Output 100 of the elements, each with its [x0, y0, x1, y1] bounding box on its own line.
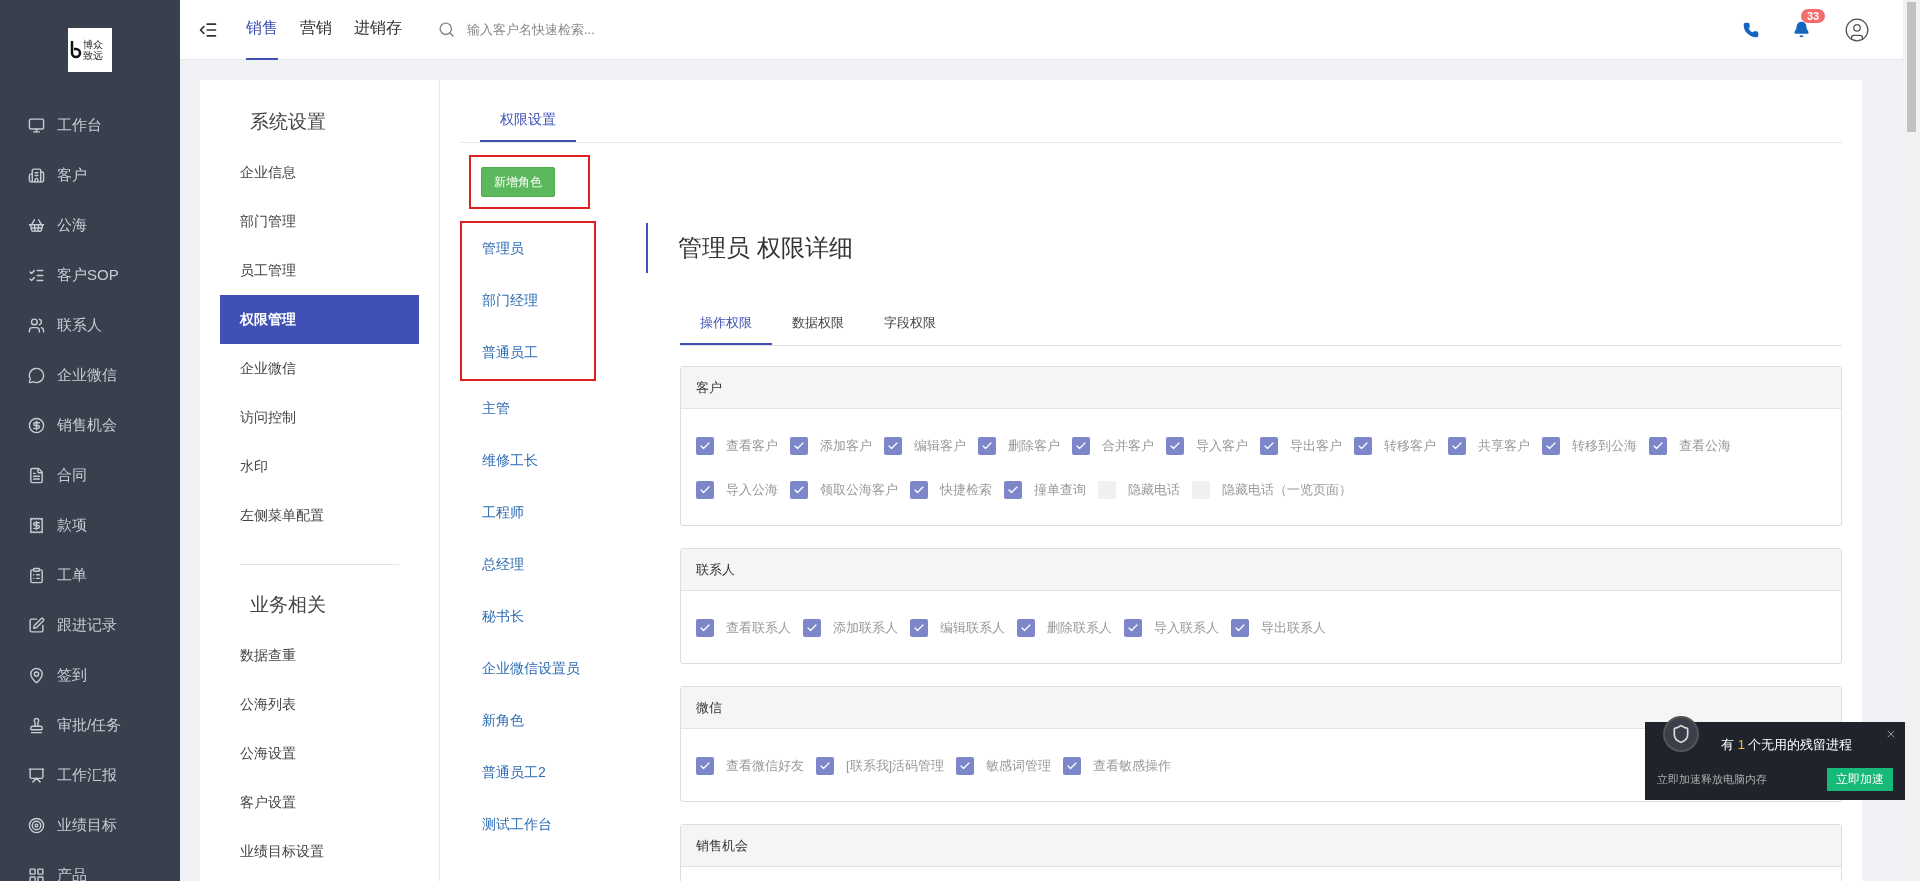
- settings-menu-item[interactable]: 企业微信: [220, 344, 419, 393]
- edit-icon: [28, 616, 45, 634]
- sidebar-item[interactable]: 业绩目标: [0, 800, 180, 850]
- checkbox[interactable]: [696, 756, 714, 775]
- sidebar-item[interactable]: 签到: [0, 650, 180, 700]
- checkbox[interactable]: [696, 436, 714, 455]
- checkbox[interactable]: [790, 480, 808, 499]
- nav-tab[interactable]: 营销: [300, 0, 332, 60]
- settings-menu-item[interactable]: 员工管理: [220, 246, 419, 295]
- checkbox[interactable]: [1063, 756, 1082, 775]
- permission-label: 敏感词管理: [986, 756, 1052, 775]
- role-link[interactable]: 普通员工2: [462, 747, 678, 799]
- role-link[interactable]: 企业微信设置员: [462, 643, 678, 695]
- permission-label: 领取公海客户: [820, 480, 898, 499]
- sidebar-item[interactable]: 客户: [0, 150, 180, 200]
- role-link[interactable]: 秘书长: [462, 591, 678, 643]
- role-link[interactable]: 普通员工: [462, 327, 594, 379]
- sidebar-item[interactable]: 企业微信: [0, 350, 180, 400]
- settings-menu-item[interactable]: 左侧菜单配置: [220, 491, 419, 540]
- checkbox[interactable]: [1017, 618, 1035, 637]
- permission-label: 隐藏电话: [1128, 480, 1180, 499]
- stamp-icon: [28, 716, 45, 734]
- settings-menu-item[interactable]: 企业信息: [220, 148, 419, 197]
- checkbox[interactable]: [696, 618, 714, 637]
- monitor-icon: [28, 116, 45, 134]
- settings-menu-item[interactable]: 权限管理: [220, 295, 419, 344]
- role-link[interactable]: 管理员: [462, 223, 594, 275]
- permission-label: 查看公海: [1679, 436, 1731, 455]
- section-header: 客户: [681, 367, 1841, 409]
- sidebar-item[interactable]: 客户SOP: [0, 250, 180, 300]
- sidebar-item[interactable]: 合同: [0, 450, 180, 500]
- phone-icon[interactable]: [1743, 21, 1759, 38]
- sidebar-item[interactable]: 审批/任务: [0, 700, 180, 750]
- nav-tab[interactable]: 销售: [246, 0, 278, 60]
- permission-tab[interactable]: 数据权限: [772, 303, 864, 345]
- checkbox[interactable]: [790, 436, 808, 455]
- role-link[interactable]: 新角色: [462, 695, 678, 747]
- checkbox[interactable]: [910, 480, 928, 499]
- settings-menu-item[interactable]: 公海列表: [220, 680, 419, 729]
- nav-tab[interactable]: 进销存: [354, 0, 402, 60]
- sidebar-item[interactable]: 工单: [0, 550, 180, 600]
- shield-icon: [1663, 716, 1699, 752]
- permission-label: 导出联系人: [1261, 618, 1326, 637]
- checkbox[interactable]: [1004, 480, 1022, 499]
- checkbox[interactable]: [1448, 436, 1466, 455]
- bell-icon[interactable]: [1793, 21, 1810, 38]
- checkbox[interactable]: [1072, 436, 1090, 455]
- role-link[interactable]: 总经理: [462, 539, 678, 591]
- checkbox[interactable]: [910, 618, 928, 637]
- panel-tab[interactable]: 权限设置: [480, 100, 576, 142]
- role-link[interactable]: 维修工长: [462, 435, 678, 487]
- sidebar-item[interactable]: 销售机会: [0, 400, 180, 450]
- role-link[interactable]: 主管: [462, 383, 678, 435]
- permission-label: 撞单查询: [1034, 480, 1086, 499]
- permission-label: 导入客户: [1196, 436, 1248, 455]
- checkbox[interactable]: [803, 618, 821, 637]
- menu-group-title: 系统设置: [249, 110, 327, 134]
- search-icon: [438, 21, 455, 38]
- checkbox[interactable]: [1166, 436, 1184, 455]
- settings-menu-item[interactable]: 公海设置: [220, 729, 419, 778]
- avatar-icon[interactable]: [1844, 16, 1870, 43]
- sidebar-item[interactable]: 工作台: [0, 100, 180, 150]
- permission-label: 添加联系人: [833, 618, 898, 637]
- settings-menu-item[interactable]: 部门管理: [220, 197, 419, 246]
- checkbox[interactable]: [1649, 436, 1667, 455]
- permission-tab[interactable]: 操作权限: [680, 303, 772, 345]
- permission-label: 添加客户: [820, 436, 872, 455]
- settings-menu-item[interactable]: 业绩目标设置: [220, 827, 419, 876]
- checkbox[interactable]: [1124, 618, 1142, 637]
- sidebar-item[interactable]: 公海: [0, 200, 180, 250]
- settings-menu-item[interactable]: 访问控制: [220, 393, 419, 442]
- sidebar-item[interactable]: 联系人: [0, 300, 180, 350]
- section-header: 联系人: [681, 549, 1841, 591]
- permission-tab[interactable]: 字段权限: [864, 303, 956, 345]
- sidebar-item[interactable]: 款项: [0, 500, 180, 550]
- sidebar-item[interactable]: 工作汇报: [0, 750, 180, 800]
- checkbox[interactable]: [1542, 436, 1560, 455]
- scrollbar[interactable]: [1903, 0, 1920, 881]
- permission-label: 删除客户: [1008, 436, 1060, 455]
- checkbox[interactable]: [978, 436, 996, 455]
- settings-menu-item[interactable]: 数据查重: [220, 631, 419, 680]
- role-link[interactable]: 部门经理: [462, 275, 594, 327]
- checkbox[interactable]: [1231, 618, 1249, 637]
- role-link[interactable]: 测试工作台: [462, 799, 678, 851]
- settings-menu-item[interactable]: 客户设置: [220, 778, 419, 827]
- toast-title: 有 1 个无用的残留进程: [1721, 736, 1853, 754]
- checkbox[interactable]: [884, 436, 902, 455]
- permission-label: 导入联系人: [1154, 618, 1219, 637]
- checkbox[interactable]: [816, 756, 834, 775]
- close-icon[interactable]: [1885, 728, 1897, 740]
- checkbox[interactable]: [956, 756, 975, 775]
- sidebar-item[interactable]: 跟进记录: [0, 600, 180, 650]
- settings-menu-item[interactable]: 水印: [220, 442, 419, 491]
- building-icon: [28, 166, 45, 184]
- role-link[interactable]: 工程师: [462, 487, 678, 539]
- checkbox[interactable]: [1260, 436, 1278, 455]
- checkbox[interactable]: [1354, 436, 1372, 455]
- sidebar-item[interactable]: 产品: [0, 850, 180, 881]
- checkbox[interactable]: [696, 480, 714, 499]
- menu-group-title: 业务相关: [249, 593, 327, 617]
